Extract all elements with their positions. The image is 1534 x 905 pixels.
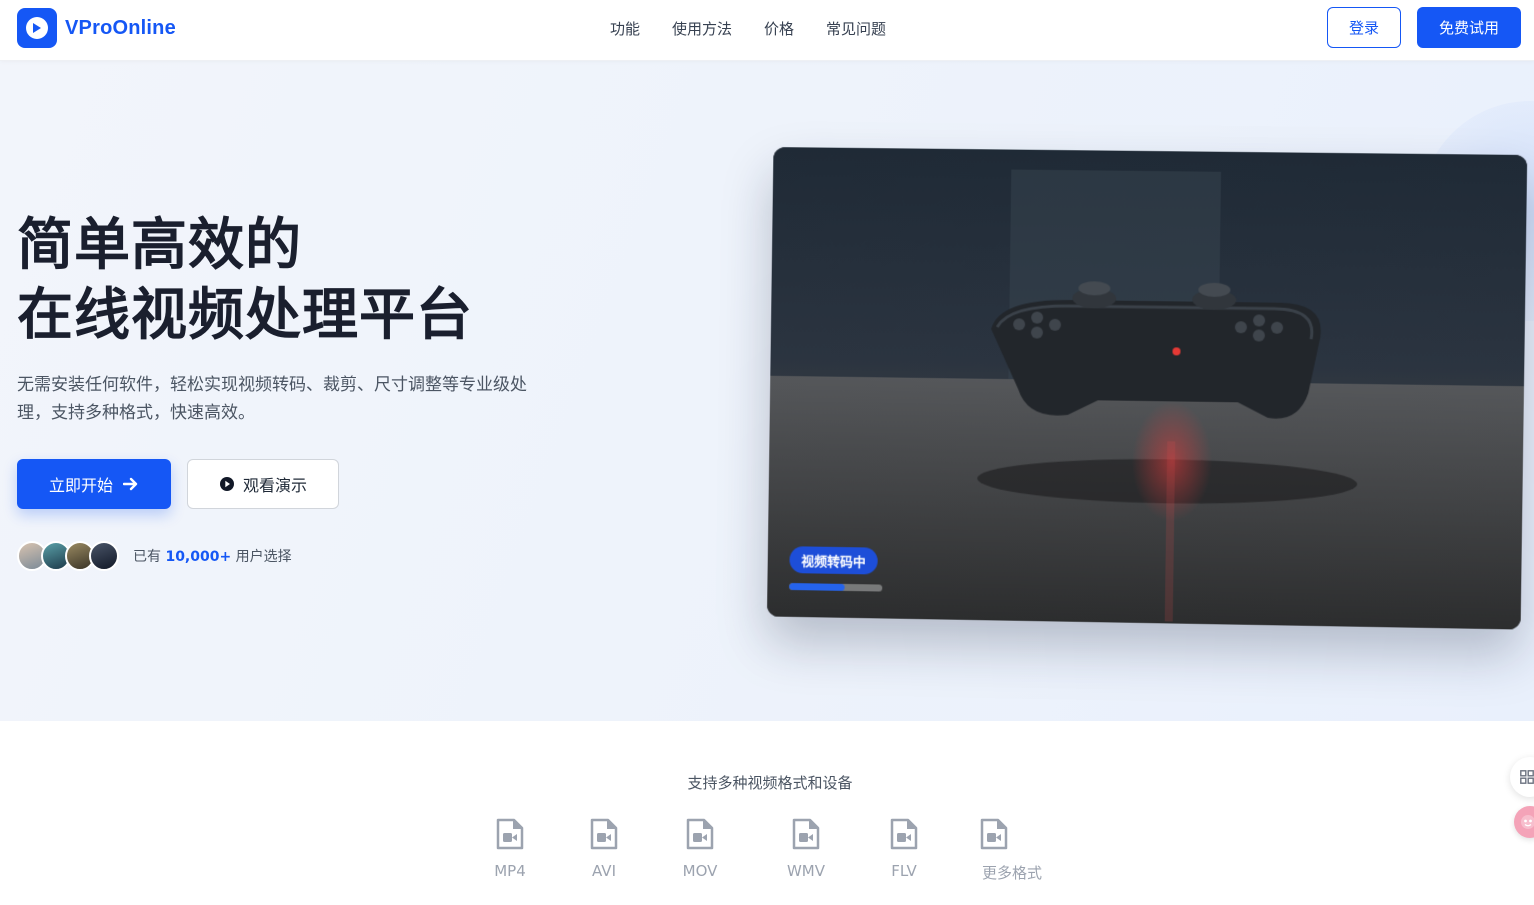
watch-demo-button[interactable]: 观看演示 — [187, 459, 339, 509]
login-button[interactable]: 登录 — [1327, 7, 1401, 48]
brand-logo[interactable]: VProOnline — [17, 8, 176, 48]
format-label: MP4 — [494, 862, 526, 880]
free-trial-button[interactable]: 免费试用 — [1417, 7, 1521, 48]
format-item-mp4: MP4 — [490, 818, 530, 880]
hero-title: 简单高效的 在线视频处理平台 — [17, 211, 473, 351]
user-count-prefix: 已有 — [133, 549, 161, 565]
user-count-row: 已有 10,000+ 用户选择 — [17, 541, 292, 571]
formats-title: 支持多种视频格式和设备 — [687, 774, 853, 792]
video-file-icon — [980, 818, 1008, 850]
video-file-icon — [890, 818, 918, 850]
top-header: VProOnline 功能 使用方法 价格 常见问题 登录 免费试用 — [0, 0, 1534, 61]
assistant-icon — [1521, 815, 1534, 829]
nav-item-how-to-use[interactable]: 使用方法 — [672, 18, 732, 39]
start-now-button[interactable]: 立即开始 — [17, 459, 171, 509]
nav-item-features[interactable]: 功能 — [610, 18, 640, 39]
main-nav: 功能 使用方法 价格 常见问题 — [610, 18, 886, 39]
video-preview-card[interactable]: 视频转码中 — [766, 147, 1528, 630]
video-file-icon — [496, 818, 524, 850]
format-item-avi: AVI — [584, 818, 624, 880]
brand-name: VProOnline — [65, 16, 176, 39]
video-file-icon — [590, 818, 618, 850]
play-logo-icon — [17, 8, 57, 48]
progress-fill — [789, 583, 846, 591]
video-file-icon — [686, 818, 714, 850]
format-item-wmv: WMV — [780, 818, 832, 880]
watch-demo-label: 观看演示 — [242, 476, 307, 495]
hero-title-line-2: 在线视频处理平台 — [17, 283, 473, 348]
avatar — [89, 541, 119, 571]
hero-section: 简单高效的 在线视频处理平台 无需安装任何软件，轻松实现视频转码、裁剪、尺寸调整… — [0, 61, 1534, 721]
side-assistant-widget[interactable] — [1514, 806, 1534, 838]
user-count-suffix: 用户选择 — [235, 549, 292, 565]
status-badge: 视频转码中 — [789, 546, 878, 575]
arrow-right-icon — [123, 477, 138, 491]
gamepad-scene-image — [766, 147, 1528, 630]
format-label: MOV — [682, 862, 718, 880]
format-label: FLV — [891, 862, 917, 880]
format-label: AVI — [592, 862, 616, 880]
user-count-text: 已有 10,000+ 用户选择 — [133, 546, 292, 566]
nav-item-faq[interactable]: 常见问题 — [826, 18, 886, 39]
user-count-number: 10,000+ — [165, 549, 232, 565]
grid-apps-icon — [1520, 770, 1534, 784]
format-item-mov: MOV — [677, 818, 723, 880]
video-file-icon — [792, 818, 820, 850]
format-label: 更多格式 — [982, 864, 1043, 882]
format-label: WMV — [786, 862, 826, 880]
format-item-more: 更多格式 — [974, 818, 1054, 883]
nav-item-pricing[interactable]: 价格 — [764, 18, 794, 39]
start-now-label: 立即开始 — [48, 476, 113, 495]
hero-title-line-1: 简单高效的 — [17, 213, 302, 278]
play-circle-icon — [219, 477, 234, 491]
hero-subtitle: 无需安装任何软件，轻松实现视频转码、裁剪、尺寸调整等专业级处理，支持多种格式，快… — [17, 375, 527, 423]
format-item-flv: FLV — [884, 818, 924, 880]
